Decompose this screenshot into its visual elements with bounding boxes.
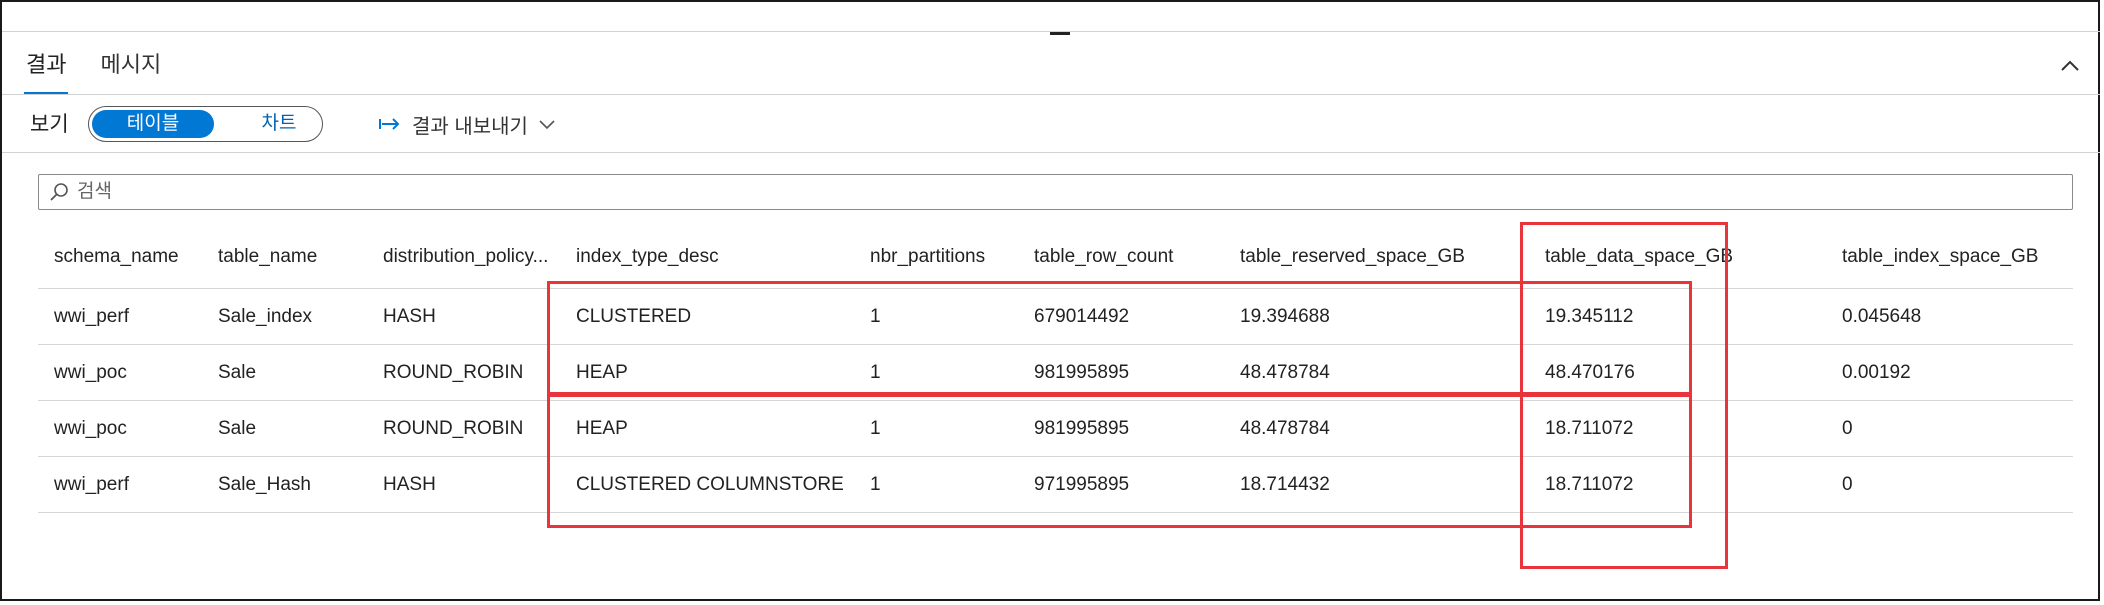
table-cell: wwi_poc: [54, 362, 127, 383]
table-cell: 19.394688: [1240, 306, 1330, 327]
view-toggle: 테이블 차트: [88, 106, 323, 142]
search-icon: [50, 183, 68, 201]
table-row[interactable]: wwi_perf Sale_Hash HASH CLUSTERED COLUMN…: [38, 457, 2073, 513]
table-cell: 1: [870, 474, 881, 495]
tab-messages[interactable]: 메시지: [100, 50, 161, 94]
table-cell: 679014492: [1034, 306, 1130, 327]
toggle-table-button[interactable]: 테이블: [92, 110, 214, 138]
table-cell: 971995895: [1034, 474, 1130, 495]
tabs-divider: [2, 94, 2100, 95]
results-grid: schema_name table_name distribution_poli…: [38, 233, 2073, 513]
table-cell: 48.478784: [1240, 418, 1330, 439]
table-cell: wwi_perf: [54, 306, 129, 327]
table-cell: 18.714432: [1240, 474, 1330, 495]
table-cell: 48.478784: [1240, 362, 1330, 383]
table-cell: 0: [1842, 474, 1853, 495]
pane-resize-handle[interactable]: [1050, 32, 1070, 35]
column-header[interactable]: table_index_space_GB: [1842, 233, 2062, 288]
column-header[interactable]: table_reserved_space_GB: [1240, 233, 1500, 288]
table-cell: 1: [870, 362, 881, 383]
table-cell: 1: [870, 306, 881, 327]
export-results-label: 결과 내보내기: [412, 115, 528, 138]
search-input[interactable]: [77, 179, 2057, 205]
column-header[interactable]: distribution_policy...: [383, 233, 553, 288]
table-cell: 981995895: [1034, 362, 1130, 383]
column-header[interactable]: schema_name: [54, 233, 204, 288]
arrow-right-bar-icon: [379, 118, 400, 130]
table-cell: Sale: [218, 418, 257, 439]
table-cell: Sale: [218, 362, 257, 383]
view-label: 보기: [30, 113, 69, 136]
table-cell: 1: [870, 418, 881, 439]
toolbar-divider: [2, 152, 2100, 153]
table-cell: 48.470176: [1545, 362, 1635, 383]
column-header[interactable]: table_data_space_GB: [1545, 233, 1745, 288]
table-row[interactable]: wwi_poc Sale ROUND_ROBIN HEAP 1 98199589…: [38, 345, 2073, 401]
table-cell: wwi_poc: [54, 418, 127, 439]
table-cell: 18.711072: [1545, 418, 1634, 439]
table-cell: HASH: [383, 474, 436, 495]
search-box: [38, 174, 2073, 210]
table-cell: CLUSTERED COLUMNSTORE: [576, 474, 844, 495]
table-cell: 981995895: [1034, 418, 1130, 439]
tab-results[interactable]: 결과: [23, 50, 69, 95]
column-header[interactable]: nbr_partitions: [870, 233, 1020, 288]
table-cell: 0: [1842, 418, 1853, 439]
table-row[interactable]: wwi_poc Sale ROUND_ROBIN HEAP 1 98199589…: [38, 401, 2073, 457]
table-cell: 19.345112: [1545, 306, 1634, 327]
column-header[interactable]: table_row_count: [1034, 233, 1224, 288]
table-cell: 0.045648: [1842, 306, 1922, 327]
table-cell: HEAP: [576, 362, 628, 383]
column-header[interactable]: table_name: [218, 233, 368, 288]
table-cell: wwi_perf: [54, 474, 129, 495]
table-cell: HASH: [383, 306, 436, 327]
export-results-button[interactable]: 결과 내보내기: [378, 110, 556, 138]
column-header[interactable]: index_type_desc: [576, 233, 856, 288]
table-cell: ROUND_ROBIN: [383, 362, 524, 383]
table-row[interactable]: wwi_perf Sale_index HASH CLUSTERED 1 679…: [38, 289, 2073, 345]
table-cell: Sale_Hash: [218, 474, 311, 495]
table-cell: 0.00192: [1842, 362, 1911, 383]
chevron-up-icon[interactable]: [2060, 56, 2080, 76]
table-cell: HEAP: [576, 418, 628, 439]
table-header-row: schema_name table_name distribution_poli…: [38, 233, 2073, 289]
chevron-down-icon: [539, 120, 555, 130]
table-cell: CLUSTERED: [576, 306, 692, 327]
table-cell: 18.711072: [1545, 474, 1634, 495]
table-cell: Sale_index: [218, 306, 313, 327]
table-cell: ROUND_ROBIN: [383, 418, 524, 439]
toggle-chart-button[interactable]: 차트: [239, 110, 319, 138]
results-tabs: 결과 메시지: [23, 50, 161, 95]
